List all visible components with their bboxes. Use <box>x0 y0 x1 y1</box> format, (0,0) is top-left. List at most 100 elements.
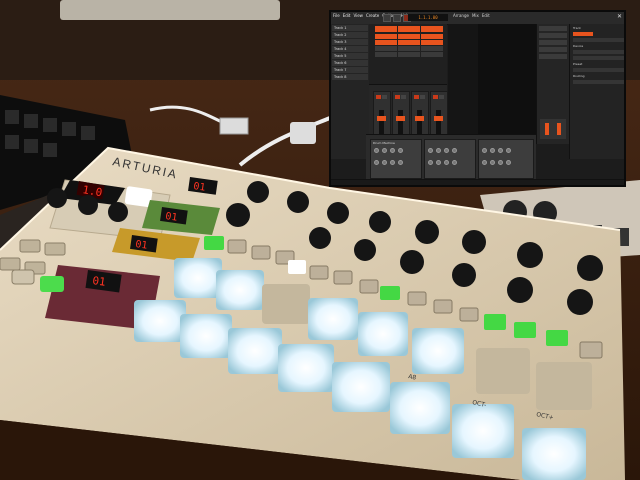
device-knob[interactable] <box>490 160 495 165</box>
tab-edit[interactable]: Edit <box>482 13 490 18</box>
device-panel <box>424 139 476 179</box>
device-knob[interactable] <box>452 148 457 153</box>
device-knob[interactable] <box>482 148 487 153</box>
svg-text:01: 01 <box>92 274 107 289</box>
menu-view[interactable]: View <box>353 13 363 18</box>
device-knob[interactable] <box>382 148 387 153</box>
device-knob[interactable] <box>498 160 503 165</box>
tab-mix[interactable]: Mix <box>472 13 479 18</box>
fader-handle[interactable] <box>415 116 424 121</box>
meter-bar <box>557 123 561 135</box>
solo-button[interactable] <box>401 95 406 99</box>
clip-slot[interactable] <box>375 40 397 45</box>
view-tabs: Arrange Mix Edit <box>453 13 490 18</box>
clip-grid <box>375 34 443 57</box>
device-knob[interactable] <box>374 160 379 165</box>
solo-button[interactable] <box>420 95 425 99</box>
device-knob[interactable] <box>390 160 395 165</box>
clip-slot[interactable] <box>421 34 443 39</box>
clip-slot[interactable] <box>421 40 443 45</box>
tab-arrange[interactable]: Arrange <box>453 13 469 18</box>
track-header[interactable]: Track 7 <box>332 67 368 73</box>
track-header[interactable]: Track 8 <box>332 74 368 80</box>
mute-button[interactable] <box>395 95 400 99</box>
device-knob[interactable] <box>482 160 487 165</box>
solo-button[interactable] <box>439 95 444 99</box>
inspector-field[interactable] <box>573 68 624 72</box>
mute-button[interactable] <box>414 95 419 99</box>
device-knob[interactable] <box>436 160 441 165</box>
time-display: 1.1.1.00 <box>408 14 448 21</box>
mute-button[interactable] <box>433 95 438 99</box>
inspector-label: Preset <box>573 62 583 66</box>
device-knob[interactable] <box>506 148 511 153</box>
device-knob[interactable] <box>382 160 387 165</box>
device-knob[interactable] <box>490 148 495 153</box>
inspector-field[interactable] <box>573 50 624 54</box>
mute-button[interactable] <box>376 95 381 99</box>
device-knob[interactable] <box>452 160 457 165</box>
inspector-field[interactable] <box>573 56 624 60</box>
inspector-label: Device <box>573 44 584 48</box>
track-list: Track 1 Track 2 Track 3 Track 4 Track 5 … <box>331 24 370 159</box>
device-knob[interactable] <box>436 148 441 153</box>
browser-item[interactable] <box>539 33 567 38</box>
browser-item[interactable] <box>539 26 567 31</box>
device-chain: Drum Machine <box>366 134 536 182</box>
browser-item[interactable] <box>539 54 567 59</box>
photo-scene: ARTURIA 1.0 01 01 01 01 OCT- OCT+ A8 Fil… <box>0 0 640 480</box>
browser-item[interactable] <box>539 47 567 52</box>
device-knob[interactable] <box>398 160 403 165</box>
svg-text:01: 01 <box>193 181 206 194</box>
knob-row <box>374 148 403 153</box>
device-knob[interactable] <box>498 148 503 153</box>
clip-header[interactable] <box>398 26 420 32</box>
fader-handle[interactable] <box>377 116 386 121</box>
browser-pane <box>536 24 569 144</box>
device-title: Drum Machine <box>373 141 395 145</box>
track-header[interactable]: Track 1 <box>332 25 368 31</box>
solo-button[interactable] <box>382 95 387 99</box>
device-knob[interactable] <box>506 160 511 165</box>
clip-slot[interactable] <box>421 46 443 51</box>
track-header[interactable]: Track 3 <box>332 39 368 45</box>
device-knob[interactable] <box>444 160 449 165</box>
close-icon[interactable]: ✕ <box>617 13 622 20</box>
inspector-field[interactable] <box>573 80 624 84</box>
knob-row <box>482 160 511 165</box>
clip-slot[interactable] <box>398 52 420 57</box>
device-knob[interactable] <box>390 148 395 153</box>
clip-slot[interactable] <box>375 46 397 51</box>
device-knob[interactable] <box>398 148 403 153</box>
browser-item[interactable] <box>539 40 567 45</box>
device-knob[interactable] <box>444 148 449 153</box>
menu-file[interactable]: File <box>333 13 340 18</box>
menu-create[interactable]: Create <box>366 13 379 18</box>
track-header[interactable]: Track 6 <box>332 60 368 66</box>
inspector-field[interactable] <box>573 32 593 36</box>
clip-slot[interactable] <box>398 40 420 45</box>
track-header[interactable]: Track 5 <box>332 53 368 59</box>
inspector-field[interactable] <box>573 38 624 42</box>
stop-button[interactable] <box>393 14 401 22</box>
track-header[interactable]: Track 4 <box>332 46 368 52</box>
device-knob[interactable] <box>428 160 433 165</box>
track-header[interactable]: Track 2 <box>332 32 368 38</box>
clip-slot[interactable] <box>398 46 420 51</box>
clip-header[interactable] <box>375 26 397 32</box>
device-knob[interactable] <box>428 148 433 153</box>
menu-edit[interactable]: Edit <box>343 13 351 18</box>
svg-text:01: 01 <box>165 211 178 224</box>
fader-handle[interactable] <box>396 116 405 121</box>
clip-slot[interactable] <box>398 34 420 39</box>
clip-slot[interactable] <box>375 52 397 57</box>
knob-row <box>428 160 457 165</box>
device-knob[interactable] <box>374 148 379 153</box>
play-button[interactable] <box>383 14 391 22</box>
clip-header[interactable] <box>421 26 443 32</box>
clip-slot[interactable] <box>375 34 397 39</box>
fader-handle[interactable] <box>434 116 443 121</box>
clip-slot[interactable] <box>421 52 443 57</box>
inspector-panel: Track Device Preset Routing <box>569 24 624 159</box>
knob-row <box>374 160 403 165</box>
